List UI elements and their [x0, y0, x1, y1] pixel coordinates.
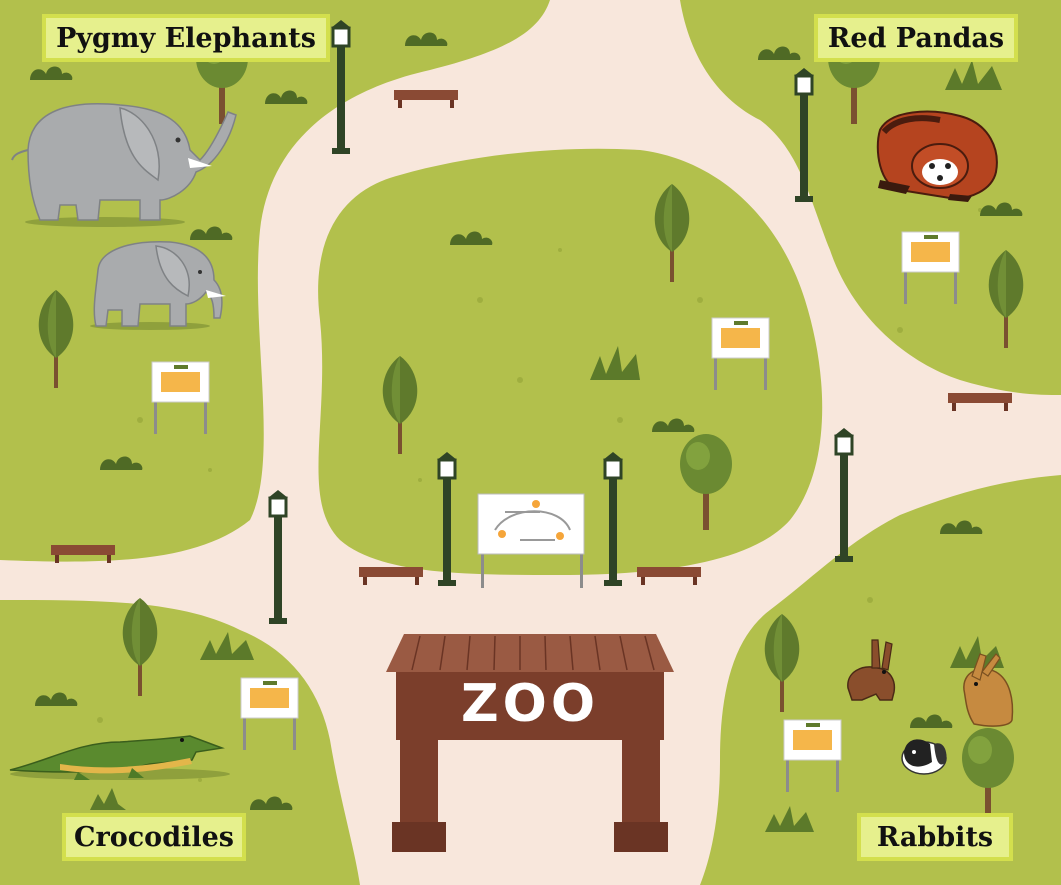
rabbit-black-white: [901, 739, 947, 775]
enclosure-label-red-pandas: Red Pandas: [814, 14, 1018, 62]
enclosure-label-pygmy-elephants: Pygmy Elephants: [42, 14, 330, 62]
map-canvas: [0, 0, 1061, 885]
red-panda: [876, 110, 998, 202]
zoo-map: ZOO Pygmy Elephants Red Pandas Crocodile…: [0, 0, 1061, 885]
enclosure-label-crocodiles: Crocodiles: [62, 813, 246, 861]
zoo-gate-sign: ZOO: [460, 674, 600, 734]
enclosure-label-rabbits: Rabbits: [857, 813, 1013, 861]
